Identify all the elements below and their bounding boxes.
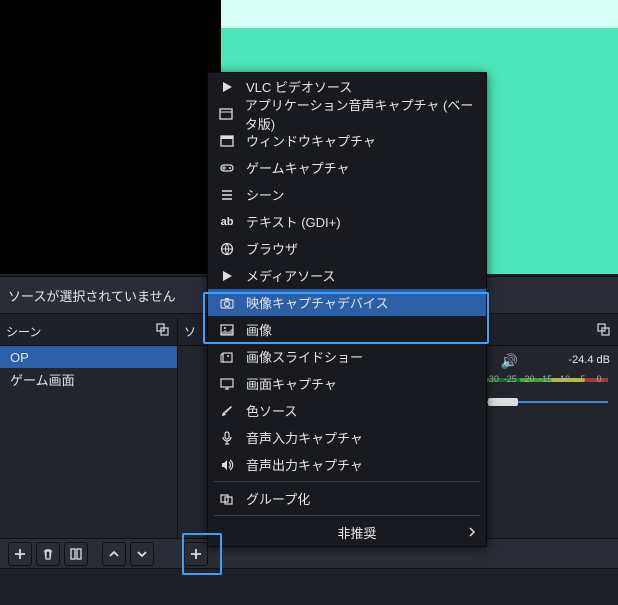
window2-icon [218, 107, 235, 121]
globe-icon [218, 242, 236, 256]
menu-item[interactable]: 色ソース [208, 397, 486, 424]
chevron-right-icon [468, 525, 476, 540]
menu-item-label: ウィンドウキャプチャ [246, 131, 376, 150]
scenes-panel: シーン OPゲーム画面 [0, 318, 178, 538]
menu-item-label: アプリケーション音声キャプチャ (ベータ版) [245, 95, 486, 133]
mixer-volume-thumb[interactable] [488, 398, 518, 406]
camera-icon [218, 296, 236, 310]
bars-icon [218, 188, 236, 202]
menu-item-label: テキスト (GDI+) [246, 212, 341, 231]
menu-item[interactable]: メディアソース [208, 262, 486, 289]
menu-item-label: メディアソース [246, 266, 335, 285]
speaker-icon [218, 458, 236, 472]
menu-item[interactable]: 非推奨 [208, 519, 486, 546]
mixer-tick: -5 [572, 374, 590, 388]
menu-item-label: 画像スライドショー [246, 347, 363, 366]
menu-item-label: ゲームキャプチャ [246, 158, 349, 177]
play-icon [218, 80, 236, 94]
menu-item[interactable]: グループ化 [208, 485, 486, 512]
menu-separator [214, 481, 480, 482]
footer [0, 568, 618, 605]
move-up-button[interactable] [102, 542, 126, 566]
mixer-db: -24.4 dB [568, 354, 610, 366]
group-icon [218, 492, 236, 506]
menu-item[interactable]: 画面キャプチャ [208, 370, 486, 397]
menu-item-label: VLC ビデオソース [246, 77, 352, 96]
move-down-button[interactable] [130, 542, 154, 566]
menu-item[interactable]: ブラウザ [208, 235, 486, 262]
menu-item-label: グループ化 [246, 489, 310, 508]
status-text: ソースが選択されていません [8, 286, 176, 305]
menu-item-label: ブラウザ [246, 239, 298, 258]
monitor-icon [218, 377, 236, 391]
mixer-tick: -15 [537, 374, 555, 388]
dock-icon[interactable] [596, 322, 612, 341]
menu-item-label: 音声入力キャプチャ [246, 428, 363, 447]
play-icon [218, 269, 236, 283]
menu-item[interactable]: 画像スライドショー [208, 343, 486, 370]
menu-item[interactable]: 画像 [208, 316, 486, 343]
scene-item[interactable]: ゲーム画面 [0, 368, 177, 390]
mic-icon [218, 431, 236, 445]
image-icon [218, 323, 236, 337]
mixer-tick: -20 [519, 374, 537, 388]
menu-item-label: 非推奨 [337, 523, 376, 542]
scenes-list: OPゲーム画面 [0, 346, 177, 538]
menu-separator [214, 515, 480, 516]
add-source-menu: VLC ビデオソースアプリケーション音声キャプチャ (ベータ版)ウィンドウキャプ… [207, 72, 487, 547]
menu-item-label: 画面キャプチャ [246, 374, 337, 393]
menu-item[interactable]: 映像キャプチャデバイス [208, 289, 486, 316]
speaker-icon: 🔊 [501, 353, 518, 370]
menu-item-label: 色ソース [246, 401, 297, 420]
add-scene-button[interactable] [8, 542, 32, 566]
scenes-header: シーン [0, 318, 177, 346]
menu-item[interactable]: ゲームキャプチャ [208, 154, 486, 181]
menu-item-label: 音声出力キャプチャ [246, 455, 363, 474]
scene-filters-button[interactable] [64, 542, 88, 566]
menu-item-label: 画像 [246, 320, 272, 339]
menu-item-label: 映像キャプチャデバイス [246, 293, 388, 312]
mixer-tick: -25 [501, 374, 519, 388]
menu-item[interactable]: 音声入力キャプチャ [208, 424, 486, 451]
remove-scene-button[interactable] [36, 542, 60, 566]
menu-item[interactable]: アプリケーション音声キャプチャ (ベータ版) [208, 100, 486, 127]
preview-content-top [221, 0, 618, 28]
scenes-title: シーン [6, 323, 41, 340]
brush-icon [218, 404, 236, 418]
menu-item[interactable]: シーン [208, 181, 486, 208]
sources-title: ソ [184, 323, 196, 340]
text-icon: ab [218, 216, 236, 228]
menu-item-label: シーン [246, 185, 284, 204]
gamepad-icon [218, 161, 236, 175]
window-icon [218, 134, 236, 148]
scene-item[interactable]: OP [0, 346, 177, 368]
menu-item[interactable]: 音声出力キャプチャ [208, 451, 486, 478]
slides-icon [218, 350, 236, 364]
mixer-tick: -10 [555, 374, 573, 388]
menu-item[interactable]: ab テキスト (GDI+) [208, 208, 486, 235]
dock-icon[interactable] [155, 322, 171, 341]
add-source-button[interactable] [184, 542, 208, 566]
mixer-tick: 0 [590, 374, 608, 388]
